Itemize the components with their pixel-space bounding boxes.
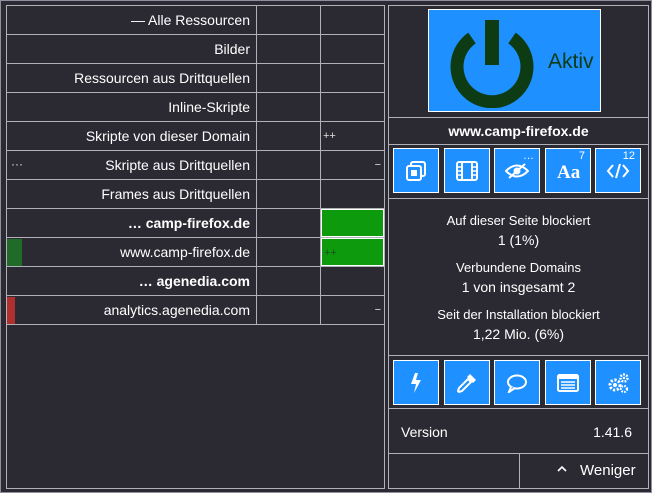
global-rule-cell[interactable] <box>257 180 320 208</box>
report-button[interactable] <box>494 360 540 405</box>
logger-button[interactable] <box>545 360 591 405</box>
version-label: Version <box>401 424 448 440</box>
global-rule-cell[interactable] <box>257 238 320 266</box>
element-zapper-button[interactable] <box>444 360 490 405</box>
matrix-row-label: Bilder <box>214 41 250 57</box>
matrix-row-label: Inline-Skripte <box>168 99 250 115</box>
matrix-row-label: www.camp-firefox.de <box>120 244 250 260</box>
power-icon <box>450 20 534 108</box>
less-label: Weniger <box>580 462 636 479</box>
global-rule-cell[interactable] <box>257 209 320 237</box>
matrix-row-label: — Alle Ressourcen <box>130 12 250 28</box>
blocked-page-label: Auf dieser Seite blockiert <box>446 213 591 228</box>
power-state-label: Aktiv <box>548 50 594 73</box>
less-button[interactable]: Weniger <box>519 454 648 488</box>
film-icon <box>456 160 478 181</box>
media-toggle-button[interactable] <box>444 148 490 193</box>
matrix-row: Skripte von dieser Domain ++ <box>7 122 384 151</box>
tool-badge: … <box>523 150 534 162</box>
local-rule-cell[interactable] <box>321 209 384 237</box>
version-value: 1.41.6 <box>593 424 632 440</box>
code-icon <box>606 163 630 178</box>
tool-badge: 12 <box>622 150 635 162</box>
blocked-total-label: Seit der Installation blockiert <box>437 307 600 322</box>
rule-indicator: − <box>374 304 381 316</box>
remote-fonts-button[interactable]: Aa 7 <box>545 148 591 193</box>
local-rule-cell[interactable] <box>321 64 384 92</box>
local-rule-cell[interactable] <box>321 180 384 208</box>
global-rule-cell[interactable] <box>257 93 320 121</box>
firewall-matrix: — Alle Ressourcen Bilder Ressourcen aus Dr… <box>6 5 385 489</box>
speech-bubble-icon <box>507 374 527 393</box>
lightning-icon <box>411 372 421 393</box>
matrix-row: — Alle Ressourcen <box>7 6 384 35</box>
divider <box>389 355 648 356</box>
matrix-row: … agenedia.com <box>7 267 384 296</box>
dashboard-button[interactable] <box>595 360 641 405</box>
global-rule-cell[interactable] <box>257 151 320 179</box>
eye-slash-icon <box>505 162 529 179</box>
global-rule-cell[interactable] <box>257 122 320 150</box>
tool-badge: 7 <box>578 150 585 162</box>
stats-block: Auf dieser Seite blockiert 1 (1%) Verbun… <box>389 208 648 344</box>
matrix-row-label: Frames aus Drittquellen <box>101 186 250 202</box>
local-rule-cell[interactable] <box>321 35 384 63</box>
javascript-toggle-button[interactable]: 12 <box>595 148 641 193</box>
element-picker-icon <box>406 160 426 181</box>
blocked-page-value: 1 (1%) <box>497 232 540 248</box>
matrix-row-label: analytics.agenedia.com <box>103 302 250 318</box>
rule-count: ++ <box>324 247 337 259</box>
domains-label: Verbundene Domains <box>455 260 582 275</box>
chevron-up-icon <box>557 465 567 472</box>
matrix-row: … camp-firefox.de <box>7 209 384 238</box>
matrix-row: Inline-Skripte <box>7 93 384 122</box>
global-rule-cell[interactable] <box>257 35 320 63</box>
matrix-row: Ressourcen aus Drittquellen <box>7 64 384 93</box>
rule-indicator: − <box>374 159 381 171</box>
svg-text:Aa: Aa <box>557 162 580 181</box>
matrix-row: Bilder <box>7 35 384 64</box>
local-rule-cell[interactable]: − <box>321 296 384 324</box>
power-switch[interactable]: Aktiv <box>428 9 601 112</box>
matrix-row: Frames aus Drittquellen <box>7 180 384 209</box>
eyedropper-icon <box>456 373 476 393</box>
local-rule-cell[interactable]: ++ <box>321 122 384 150</box>
element-picker-button[interactable] <box>393 148 439 193</box>
main-panel: Aktiv www.camp-firefox.de … Aa 7 12 Auf … <box>388 5 649 489</box>
matrix-row-label: Ressourcen aus Drittquellen <box>74 70 250 86</box>
matrix-row-label: … agenedia.com <box>138 273 250 289</box>
global-rule-cell[interactable] <box>257 6 320 34</box>
local-rule-cell[interactable]: ++ <box>321 238 384 266</box>
matrix-row: ··· Skripte aus Drittquellen − <box>7 151 384 180</box>
cosmetic-filter-button[interactable]: … <box>494 148 540 193</box>
matrix-row-label: Skripte aus Drittquellen <box>105 157 250 173</box>
domains-value: 1 von insgesamt 2 <box>461 279 576 295</box>
matrix-row-label: Skripte von dieser Domain <box>85 128 250 144</box>
hostname: www.camp-firefox.de <box>448 123 589 139</box>
blocked-total-value: 1,22 Mio. (6%) <box>472 326 565 342</box>
local-rule-cell[interactable] <box>321 267 384 295</box>
global-rule-cell[interactable] <box>257 267 320 295</box>
font-icon: Aa <box>557 162 580 181</box>
local-rule-cell[interactable] <box>321 93 384 121</box>
matrix-row-label: … camp-firefox.de <box>127 215 250 231</box>
matrix-row: www.camp-firefox.de ++ <box>7 238 384 267</box>
local-rule-cell[interactable]: − <box>321 151 384 179</box>
gears-icon <box>608 372 629 393</box>
divider <box>389 198 648 199</box>
local-rule-cell[interactable] <box>321 6 384 34</box>
list-window-icon <box>557 373 579 392</box>
rule-count: ++ <box>323 130 336 142</box>
divider <box>389 144 648 145</box>
global-rule-cell[interactable] <box>257 64 320 92</box>
reload-button[interactable] <box>393 360 439 405</box>
matrix-row: analytics.agenedia.com − <box>7 296 384 325</box>
global-rule-cell[interactable] <box>257 296 320 324</box>
divider <box>389 408 648 409</box>
